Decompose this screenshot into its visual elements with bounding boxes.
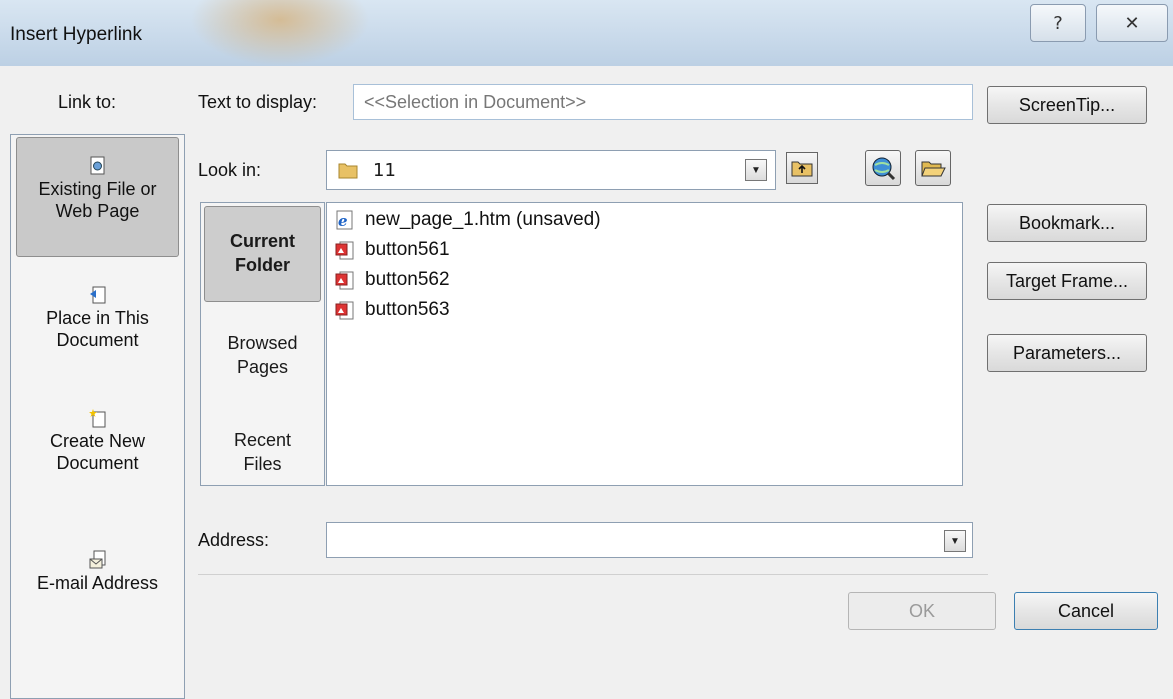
nav-email-address[interactable]: E-mail Address	[16, 540, 179, 650]
place-current-line1: Current	[229, 231, 295, 251]
text-to-display-field[interactable]: <<Selection in Document>>	[353, 84, 973, 120]
address-label: Address:	[198, 530, 270, 550]
parameters-button[interactable]: Parameters...	[987, 334, 1147, 372]
nav-email-line1: E-mail Address	[36, 573, 159, 593]
list-item[interactable]: button561	[335, 235, 450, 265]
up-folder-icon	[791, 161, 813, 177]
chevron-down-icon: ▼	[751, 164, 761, 176]
browse-web-button[interactable]	[865, 150, 901, 186]
screentip-button[interactable]: ScreenTip...	[987, 86, 1147, 124]
new-document-icon	[88, 409, 105, 428]
bookmark-button[interactable]: Bookmark...	[987, 204, 1147, 242]
place-current-folder[interactable]: Current Folder	[204, 206, 321, 302]
open-folder-icon	[921, 161, 946, 177]
file-name: button561	[365, 239, 450, 260]
address-field[interactable]: ▼	[326, 522, 973, 558]
close-icon: ✕	[1124, 12, 1140, 34]
ok-button[interactable]: OK	[848, 592, 996, 630]
list-item[interactable]: e new_page_1.htm (unsaved)	[335, 205, 601, 235]
file-name: button563	[365, 299, 450, 320]
file-name: button562	[365, 269, 450, 290]
file-name: new_page_1.htm (unsaved)	[365, 209, 601, 230]
place-browsed-line1: Browsed	[227, 333, 298, 353]
place-recent-files[interactable]: Recent Files	[204, 408, 321, 478]
file-list[interactable]: e new_page_1.htm (unsaved) button561 but…	[326, 202, 963, 486]
dialog-body: Link to: Existing File or Web Page Place…	[10, 66, 1173, 699]
nav-existing-file-line2: Web Page	[55, 201, 140, 221]
nav-existing-file[interactable]: Existing File or Web Page	[16, 137, 179, 257]
place-browsed-pages[interactable]: Browsed Pages	[204, 323, 321, 393]
help-button[interactable]: ?	[1030, 4, 1086, 42]
place-browsed-line2: Pages	[236, 357, 289, 377]
nav-place-in-document[interactable]: Place in This Document	[16, 275, 179, 385]
place-in-document-icon	[89, 286, 105, 304]
look-in-dropdown[interactable]: 11 ▼	[326, 150, 776, 190]
text-to-display-value: <<Selection in Document>>	[364, 91, 587, 112]
browse-web-icon	[872, 157, 896, 181]
title-bar: Insert Hyperlink ? ✕	[0, 0, 1173, 66]
cancel-button[interactable]: Cancel	[1014, 592, 1158, 630]
list-item[interactable]: button563	[335, 295, 450, 325]
target-frame-button[interactable]: Target Frame...	[987, 262, 1147, 300]
nav-create-new[interactable]: Create New Document	[16, 400, 179, 510]
image-file-icon	[335, 271, 354, 290]
chevron-down-icon: ▼	[950, 535, 960, 547]
address-dropdown-button[interactable]: ▼	[944, 530, 966, 552]
link-to-panel: Existing File or Web Page Place in This …	[10, 134, 185, 699]
place-recent-line1: Recent	[233, 430, 292, 450]
image-file-icon	[335, 301, 354, 320]
nav-place-line1: Place in This	[46, 308, 149, 328]
ie-page-icon: e	[336, 210, 353, 230]
folder-icon	[338, 163, 358, 179]
help-icon: ?	[1053, 12, 1063, 34]
text-to-display-label: Text to display:	[198, 92, 318, 112]
nav-place-line2: Document	[56, 330, 139, 350]
places-bar: Current Folder Browsed Pages Recent File…	[200, 202, 325, 486]
link-to-label: Link to:	[58, 92, 117, 112]
close-button[interactable]: ✕	[1096, 4, 1168, 42]
image-file-icon	[335, 241, 354, 260]
footer-divider	[198, 574, 988, 575]
list-item[interactable]: button562	[335, 265, 450, 295]
browse-file-button[interactable]	[915, 150, 951, 186]
look-in-value: 11	[373, 159, 396, 181]
existing-file-icon	[90, 156, 104, 175]
svg-text:e: e	[338, 212, 348, 230]
place-current-line2: Folder	[234, 255, 290, 275]
look-in-label: Look in:	[198, 160, 262, 180]
place-recent-line2: Files	[243, 454, 282, 474]
email-icon	[89, 550, 105, 569]
nav-create-line1: Create New	[49, 431, 146, 451]
look-in-dropdown-button[interactable]: ▼	[745, 159, 767, 181]
nav-create-line2: Document	[56, 453, 139, 473]
window-title: Insert Hyperlink	[10, 24, 142, 45]
up-one-folder-button[interactable]	[786, 152, 818, 184]
nav-existing-file-line1: Existing File or	[38, 179, 157, 199]
